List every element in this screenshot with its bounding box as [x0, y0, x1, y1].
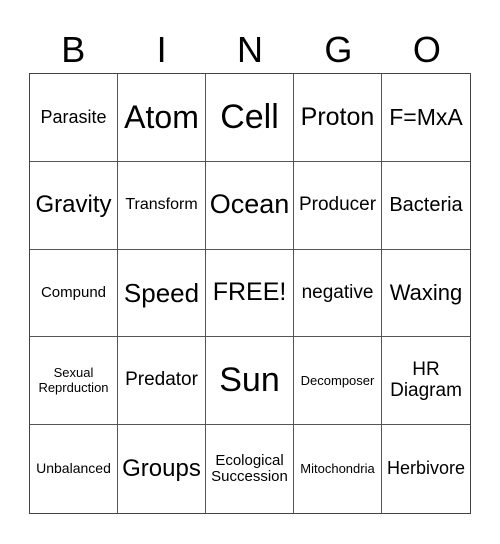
bingo-cell[interactable]: Ecological Succession [206, 425, 294, 513]
bingo-cell[interactable]: Parasite [30, 74, 118, 162]
free-space-cell[interactable]: FREE! [206, 249, 294, 338]
header-letter-g: G [324, 29, 353, 70]
bingo-cell[interactable]: Herbivore [382, 425, 470, 513]
bingo-cell[interactable]: Unbalanced [30, 425, 118, 513]
bingo-cell[interactable]: Atom [118, 74, 206, 162]
bingo-cell[interactable]: Groups [118, 425, 206, 513]
bingo-cell[interactable]: Predator [118, 337, 206, 426]
header-letter-i: I [156, 29, 167, 70]
bingo-cell[interactable]: Gravity [30, 161, 118, 250]
bingo-cell[interactable]: HR Diagram [382, 337, 470, 426]
bingo-cell[interactable]: Waxing [382, 250, 470, 338]
bingo-cell[interactable]: Decomposer [294, 337, 382, 426]
bingo-cell[interactable]: Cell [206, 74, 294, 162]
bingo-cell[interactable]: Mitochondria [294, 425, 382, 513]
bingo-cell[interactable]: F=MxA [382, 74, 470, 162]
bingo-cell[interactable]: negative [294, 249, 382, 338]
bingo-card-grid: Parasite Atom Cell Proton F=MxA Gravity Transf… [29, 73, 471, 514]
bingo-header: B I N G O [29, 28, 471, 72]
bingo-cell[interactable]: Sexual Reprduction [30, 337, 118, 426]
bingo-cell[interactable]: Producer [294, 161, 382, 250]
header-letter-n: N [237, 29, 264, 70]
bingo-cell[interactable]: Speed [118, 249, 206, 338]
bingo-cell[interactable]: Proton [294, 74, 382, 162]
bingo-cell[interactable]: Sun [206, 337, 294, 426]
header-letter-o: O [412, 29, 441, 70]
bingo-cell[interactable]: Compund [30, 249, 118, 338]
bingo-cell[interactable]: Bacteria [382, 162, 470, 250]
bingo-cell[interactable]: Ocean [206, 161, 294, 250]
bingo-cell[interactable]: Transform [118, 161, 206, 250]
header-letter-b: B [61, 29, 86, 70]
